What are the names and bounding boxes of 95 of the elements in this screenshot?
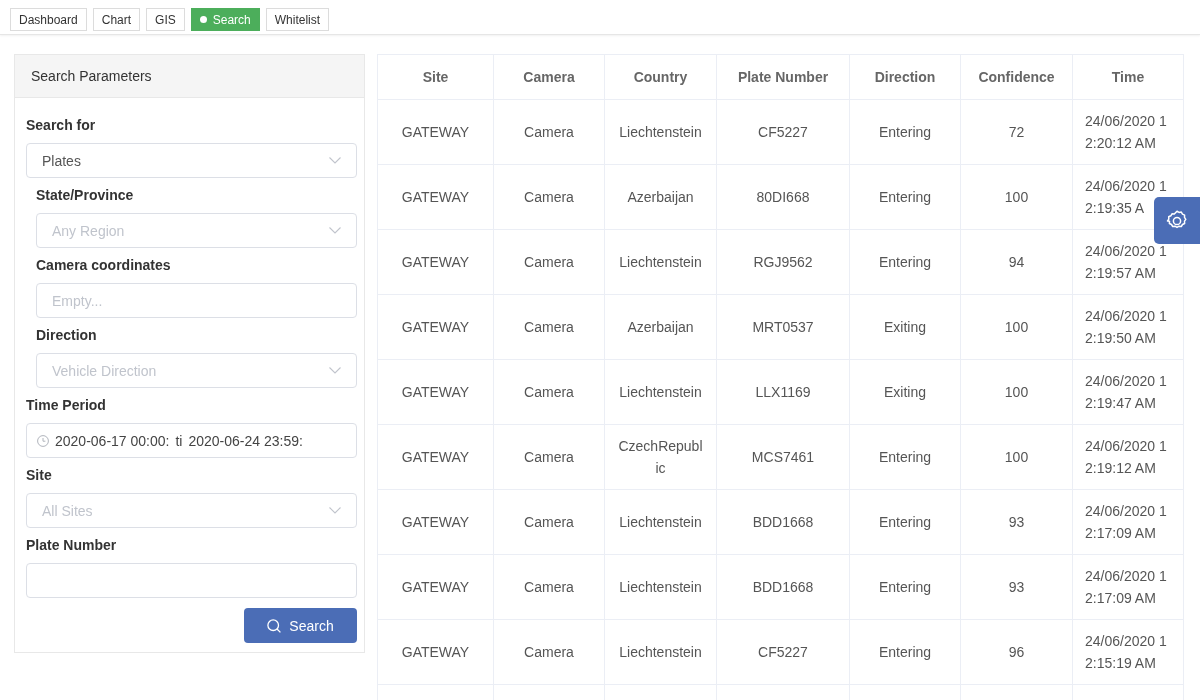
- field-label: Plate Number: [26, 536, 117, 555]
- table-cell: CzechRepublic: [604, 424, 717, 490]
- table-cell: Azerbaijan: [604, 294, 717, 360]
- table-cell: RGJ9562: [716, 229, 850, 295]
- table-cell: GATEWAY: [377, 164, 494, 230]
- table-cell: GATEWAY: [377, 99, 494, 165]
- table-cell: 100: [960, 294, 1073, 360]
- table-cell: BDD1668: [716, 489, 850, 555]
- table-cell: Camera: [493, 554, 605, 620]
- chevron-down-icon: [329, 157, 341, 164]
- table-cell: MCS7461: [716, 424, 850, 490]
- table-cell: 24/06/2020 12:15:19 AM: [1072, 619, 1184, 685]
- field-label: Search for: [26, 116, 96, 135]
- table-cell: 94: [960, 229, 1073, 295]
- nav-tab[interactable]: Dashboard: [10, 8, 87, 31]
- panel-title: Search Parameters: [31, 68, 152, 84]
- table-cell: Camera: [493, 619, 605, 685]
- table-cell: Azerbaijan: [604, 164, 717, 230]
- field-label: Direction: [36, 326, 97, 345]
- table-cell: CF5227: [716, 99, 850, 165]
- table-cell: 100: [960, 424, 1073, 490]
- table-cell: 100: [960, 164, 1073, 230]
- table-cell: BDD1668: [716, 554, 850, 620]
- column-header: Direction: [849, 54, 961, 100]
- search-button[interactable]: Search: [244, 608, 357, 643]
- table-cell: GATEWAY: [377, 294, 494, 360]
- table-cell: 24/06/2020 12:20:12 AM: [1072, 99, 1184, 165]
- table-cell: 96: [960, 619, 1073, 685]
- clock-icon: [37, 434, 49, 447]
- field-label: Time Period: [26, 396, 106, 415]
- table-cell: Liechtenstein: [604, 229, 717, 295]
- table-cell: CF5227: [716, 619, 850, 685]
- table-cell: GATEWAY: [377, 619, 494, 685]
- table-cell: Exiting: [849, 294, 961, 360]
- settings-button[interactable]: [1154, 197, 1200, 244]
- table-cell: Camera: [493, 359, 605, 425]
- table-cell: Camera: [493, 294, 605, 360]
- table-cell: 24/06/2020 12:19:12 AM: [1072, 424, 1184, 490]
- nav-tab[interactable]: Whitelist: [265, 8, 330, 31]
- table-cell: MRT0537: [716, 294, 850, 360]
- input-field[interactable]: [26, 563, 357, 598]
- table-cell: GATEWAY: [377, 229, 494, 295]
- table-cell: Camera: [493, 164, 605, 230]
- table-cell: Camera: [493, 229, 605, 295]
- table-cell: Entering: [849, 164, 961, 230]
- table-cell: 24/06/2020 12:17:09 AM: [1072, 489, 1184, 555]
- field-label: State/Province: [36, 186, 134, 205]
- column-header: Camera: [493, 54, 605, 100]
- table-cell: 24/06/2020 12:19:50 AM: [1072, 294, 1184, 360]
- chevron-down-icon: [329, 227, 341, 234]
- table-cell: Liechtenstein: [604, 99, 717, 165]
- column-header: Time: [1072, 54, 1184, 100]
- table-cell: Entering: [849, 619, 961, 685]
- nav-tab[interactable]: GIS: [146, 8, 185, 31]
- search-icon: [267, 618, 282, 633]
- end-date-input[interactable]: 2020-06-24 23:59:: [188, 432, 303, 449]
- table-cell: 24/06/2020 12:17:09 AM: [1072, 554, 1184, 620]
- table-cell: GATEWAY: [377, 489, 494, 555]
- table-cell: 93: [960, 489, 1073, 555]
- table-cell: GATEWAY: [377, 359, 494, 425]
- table-cell: Liechtenstein: [604, 489, 717, 555]
- table-cell: GATEWAY: [377, 424, 494, 490]
- table-cell: Liechtenstein: [604, 359, 717, 425]
- chevron-down-icon: [329, 507, 341, 514]
- table-cell: Exiting: [849, 359, 961, 425]
- table-cell: 93: [960, 554, 1073, 620]
- table-cell: 24/06/2020 12:19:47 AM: [1072, 359, 1184, 425]
- column-header: Site: [377, 54, 494, 100]
- start-date-input[interactable]: 2020-06-17 00:00:: [55, 432, 170, 449]
- dot-icon: [199, 16, 207, 23]
- table-cell: GATEWAY: [377, 554, 494, 620]
- chevron-down-icon: [329, 367, 341, 374]
- table-cell: 80DI668: [716, 164, 850, 230]
- table-cell: Entering: [849, 489, 961, 555]
- field-label: Site: [26, 466, 52, 485]
- column-header: Confidence: [960, 54, 1073, 100]
- field-label: Camera coordinates: [36, 256, 171, 275]
- table-cell: LLX1169: [716, 359, 850, 425]
- table-cell: Camera: [493, 489, 605, 555]
- table-cell: Entering: [849, 229, 961, 295]
- column-header: Plate Number: [716, 54, 850, 100]
- table-cell: 72: [960, 99, 1073, 165]
- table-cell: Camera: [493, 99, 605, 165]
- table-cell: Entering: [849, 554, 961, 620]
- table-cell: Camera: [493, 424, 605, 490]
- range-separator: ti: [175, 432, 183, 449]
- dropdown[interactable]: Plates: [26, 143, 357, 178]
- table-cell: Entering: [849, 99, 961, 165]
- table-cell: Liechtenstein: [604, 554, 717, 620]
- table-cell: Entering: [849, 424, 961, 490]
- table-cell: Liechtenstein: [604, 619, 717, 685]
- nav-tab[interactable]: Chart: [92, 8, 141, 31]
- column-header: Country: [604, 54, 717, 100]
- input-field[interactable]: Empty...: [36, 283, 357, 318]
- table-cell: 100: [960, 359, 1073, 425]
